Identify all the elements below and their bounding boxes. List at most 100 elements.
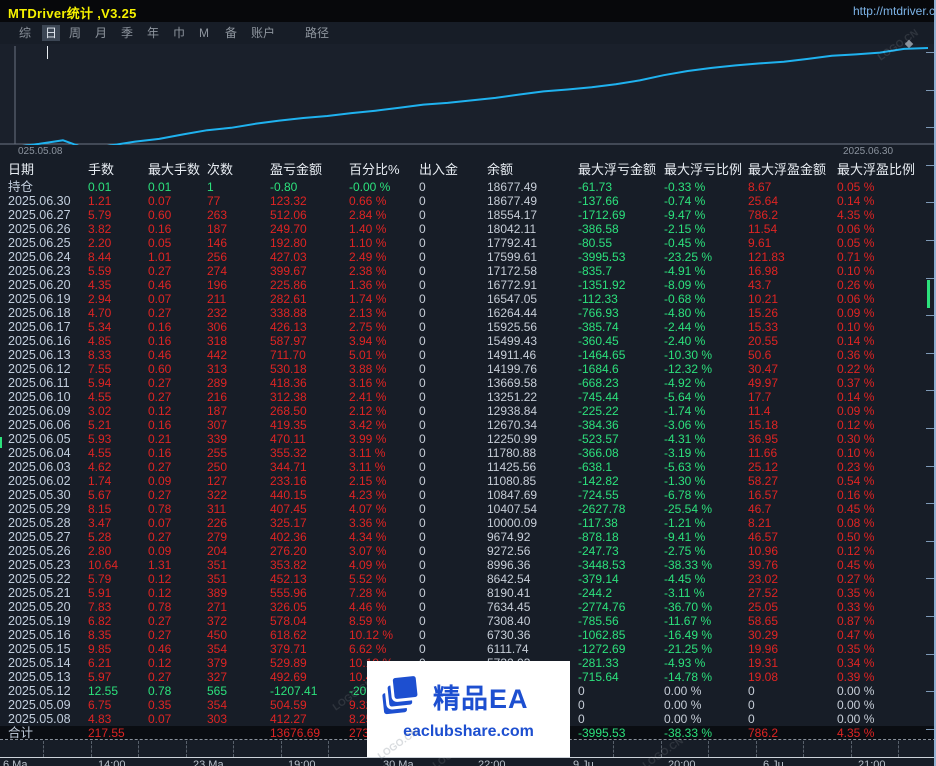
value-cell: -137.66 (578, 194, 664, 208)
date-cell: 2025.06.10 (8, 390, 88, 404)
value-cell: 0 (419, 502, 487, 516)
table-row[interactable]: 2025.06.248.441.01256427.032.49 %017599.… (0, 250, 936, 264)
time-axis-label: 19:00 (288, 759, 316, 766)
value-cell: 2.84 % (349, 208, 419, 222)
value-cell: 58.65 (748, 614, 837, 628)
menu-item-8[interactable]: 备 (222, 25, 240, 41)
value-cell: -1062.85 (578, 628, 664, 642)
value-cell: 4.35 % (837, 208, 936, 222)
table-row[interactable]: 2025.06.021.740.09127233.162.15 %011080.… (0, 474, 936, 488)
value-cell: 0.08 % (837, 516, 936, 530)
table-row[interactable]: 2025.06.252.200.05146192.801.10 %017792.… (0, 236, 936, 250)
time-axis-tick (186, 741, 187, 757)
table-row[interactable]: 2025.06.175.340.16306426.132.75 %015925.… (0, 320, 936, 334)
table-row[interactable]: 2025.06.184.700.27232338.882.13 %016264.… (0, 306, 936, 320)
table-row[interactable]: 2025.05.305.670.27322440.154.23 %010847.… (0, 488, 936, 502)
date-cell: 2025.05.16 (8, 628, 88, 642)
value-cell: -112.33 (578, 292, 664, 306)
value-cell: 0.47 % (837, 628, 936, 642)
value-cell: -715.64 (578, 670, 664, 684)
table-row[interactable]: 2025.05.262.800.09204276.203.07 %09272.5… (0, 544, 936, 558)
value-cell: 0.00 % (664, 698, 748, 712)
value-cell: 9674.92 (487, 530, 578, 544)
table-row[interactable]: 2025.06.055.930.21339470.113.99 %012250.… (0, 432, 936, 446)
table-row[interactable]: 2025.05.283.470.07226325.173.36 %010000.… (0, 516, 936, 530)
table-row[interactable]: 持仓0.010.011-0.80-0.00 %018677.49-61.73-0… (0, 180, 936, 194)
table-row[interactable]: 2025.06.065.210.16307419.353.42 %012670.… (0, 418, 936, 432)
time-axis-label: 20:00 (668, 759, 696, 766)
value-cell: 19.08 (748, 670, 837, 684)
value-cell: -1.74 % (664, 404, 748, 418)
menu-item-4[interactable]: 季 (118, 25, 136, 41)
value-cell: 13251.22 (487, 390, 578, 404)
value-cell: 211 (207, 292, 270, 306)
value-cell: 0.07 (148, 292, 207, 306)
table-row[interactable]: 2025.05.207.830.78271326.054.46 %07634.4… (0, 600, 936, 614)
menu-item-6[interactable]: 巾 (170, 25, 188, 41)
value-cell: 0 (419, 432, 487, 446)
table-row[interactable]: 2025.06.263.820.16187249.701.40 %018042.… (0, 222, 936, 236)
date-cell: 2025.05.26 (8, 544, 88, 558)
table-row[interactable]: 2025.06.115.940.27289418.363.16 %013669.… (0, 376, 936, 390)
menu-item-2[interactable]: 周 (66, 25, 84, 41)
value-cell: 5.97 (88, 670, 148, 684)
date-cell: 2025.06.13 (8, 348, 88, 362)
value-cell: -1684.6 (578, 362, 664, 376)
table-row[interactable]: 2025.05.215.910.12389555.967.28 %08190.4… (0, 586, 936, 600)
table-row[interactable]: 2025.06.044.550.16255355.323.11 %011780.… (0, 446, 936, 460)
vendor-url-link[interactable]: http://mtdriver.c (853, 4, 935, 18)
menu-item-1[interactable]: 日 (42, 25, 60, 41)
value-cell: 0.14 % (837, 334, 936, 348)
menu-item-7[interactable]: M (196, 25, 212, 41)
table-row[interactable]: 2025.06.235.590.27274399.672.38 %017172.… (0, 264, 936, 278)
table-row[interactable]: 2025.06.127.550.60313530.183.88 %014199.… (0, 362, 936, 376)
table-row[interactable]: 2025.05.159.850.46354379.716.62 %06111.7… (0, 642, 936, 656)
menu-item-9[interactable]: 账户 (248, 25, 278, 41)
value-cell: 6111.74 (487, 642, 578, 656)
value-cell: 17.7 (748, 390, 837, 404)
value-cell: 2.12 % (349, 404, 419, 418)
table-row[interactable]: 2025.05.168.350.27450618.6210.12 %06730.… (0, 628, 936, 642)
value-cell: 271 (207, 600, 270, 614)
table-row[interactable]: 2025.05.196.820.27372578.048.59 %07308.4… (0, 614, 936, 628)
table-row[interactable]: 2025.06.275.790.60263512.062.84 %018554.… (0, 208, 936, 222)
menu-item-10[interactable]: 路径 (302, 25, 332, 41)
value-cell: 121.83 (748, 250, 837, 264)
chart-cursor-line (47, 46, 48, 59)
value-cell: 786.2 (748, 726, 837, 740)
value-cell: 587.97 (270, 334, 349, 348)
value-cell: -523.57 (578, 432, 664, 446)
table-row[interactable]: 2025.05.275.280.27279402.364.34 %09674.9… (0, 530, 936, 544)
value-cell: 256 (207, 250, 270, 264)
value-cell: 5.67 (88, 488, 148, 502)
menu-item-3[interactable]: 月 (92, 25, 110, 41)
value-cell: 249.70 (270, 222, 349, 236)
table-row[interactable]: 2025.06.138.330.46442711.705.01 %014911.… (0, 348, 936, 362)
table-row[interactable]: 2025.05.2310.641.31351353.824.09 %08996.… (0, 558, 936, 572)
value-cell: 0.00 % (837, 684, 936, 698)
table-row[interactable]: 2025.05.298.150.78311407.454.07 %010407.… (0, 502, 936, 516)
table-row[interactable]: 2025.06.192.940.07211282.611.74 %016547.… (0, 292, 936, 306)
value-cell: 0 (419, 376, 487, 390)
table-row[interactable]: 2025.06.204.350.46196225.861.36 %016772.… (0, 278, 936, 292)
value-cell: 0.45 % (837, 558, 936, 572)
menu-item-0[interactable]: 综 (16, 25, 34, 41)
table-row[interactable]: 2025.06.164.850.16318587.973.94 %015499.… (0, 334, 936, 348)
value-cell: 7.83 (88, 600, 148, 614)
value-cell: 372 (207, 614, 270, 628)
menu-item-5[interactable]: 年 (144, 25, 162, 41)
value-cell: 216 (207, 390, 270, 404)
value-cell: 1.40 % (349, 222, 419, 236)
value-cell: -366.08 (578, 446, 664, 460)
value-cell: 354 (207, 698, 270, 712)
value-cell: 232 (207, 306, 270, 320)
table-header-row: 日期手数最大手数次数盈亏金额百分比%出入金余额最大浮亏金额最大浮亏比例最大浮盈金… (0, 162, 936, 178)
table-row[interactable]: 2025.06.093.020.12187268.502.12 %012938.… (0, 404, 936, 418)
table-row[interactable]: 2025.06.301.210.0777123.320.66 %018677.4… (0, 194, 936, 208)
table-row[interactable]: 2025.06.104.550.27216312.382.41 %013251.… (0, 390, 936, 404)
table-row[interactable]: 2025.05.225.790.12351452.135.52 %08642.5… (0, 572, 936, 586)
value-cell: 389 (207, 586, 270, 600)
value-cell: 4.35 (88, 278, 148, 292)
date-cell: 2025.06.05 (8, 432, 88, 446)
table-row[interactable]: 2025.06.034.620.27250344.713.11 %011425.… (0, 460, 936, 474)
